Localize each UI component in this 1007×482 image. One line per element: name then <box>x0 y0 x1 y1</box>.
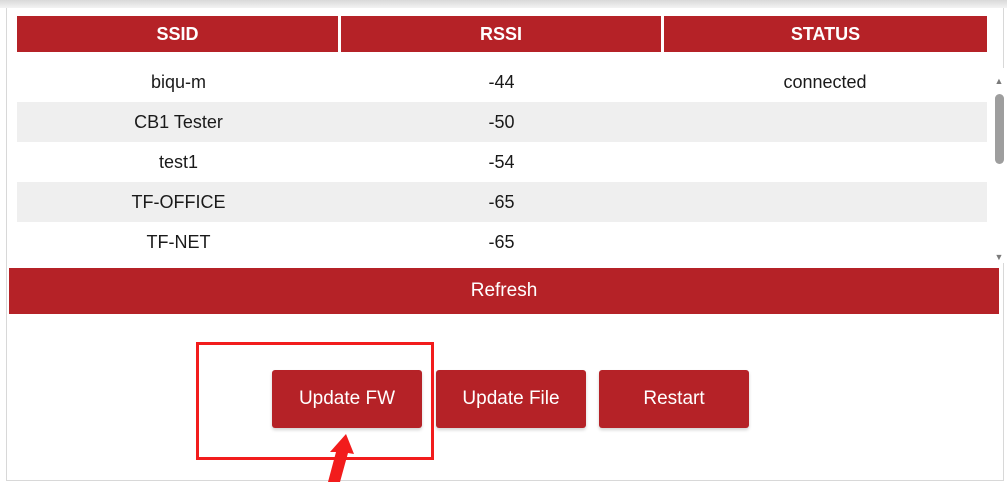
update-file-button[interactable]: Update File <box>436 370 586 428</box>
rssi-cell: -50 <box>488 111 515 132</box>
wifi-table: SSID RSSI STATUS biqu-m -44 connected CB… <box>17 16 1007 263</box>
ssid-cell: TF-NET <box>146 231 211 252</box>
table-scrollbar[interactable]: ▲ ▼ <box>991 68 1007 263</box>
rssi-cell: -65 <box>488 231 515 252</box>
triangle-up-icon[interactable]: ▲ <box>991 74 1007 88</box>
table-header: SSID RSSI STATUS <box>17 16 987 58</box>
rssi-cell: -54 <box>488 151 515 172</box>
rssi-cell: -65 <box>488 191 515 212</box>
status-cell: connected <box>783 71 867 92</box>
header-rssi: RSSI <box>341 16 661 52</box>
table-row[interactable]: biqu-m -44 connected <box>17 62 987 102</box>
table-row[interactable]: TF-NET -65 <box>17 222 987 262</box>
ssid-cell: CB1 Tester <box>134 111 223 132</box>
top-shadow <box>0 0 1007 8</box>
triangle-down-icon[interactable]: ▼ <box>991 250 1007 263</box>
ssid-cell: biqu-m <box>150 71 207 92</box>
wifi-settings-page: SSID RSSI STATUS biqu-m -44 connected CB… <box>0 0 1007 482</box>
table-row[interactable]: CB1 Tester -50 <box>17 102 987 142</box>
ssid-cell: test1 <box>158 151 199 172</box>
table-row[interactable]: TF-OFFICE -65 <box>17 182 987 222</box>
header-status: STATUS <box>664 16 987 52</box>
header-ssid: SSID <box>17 16 338 52</box>
wifi-panel: SSID RSSI STATUS biqu-m -44 connected CB… <box>6 8 1007 481</box>
ssid-cell: TF-OFFICE <box>131 191 226 212</box>
refresh-button[interactable]: Refresh <box>9 268 999 314</box>
restart-button[interactable]: Restart <box>599 370 749 428</box>
table-row[interactable]: test1 -54 <box>17 142 987 182</box>
rssi-cell: -44 <box>488 71 515 92</box>
update-fw-button[interactable]: Update FW <box>272 370 422 428</box>
scroll-thumb[interactable] <box>995 94 1004 164</box>
table-body: biqu-m -44 connected CB1 Tester -50 test… <box>17 62 987 262</box>
